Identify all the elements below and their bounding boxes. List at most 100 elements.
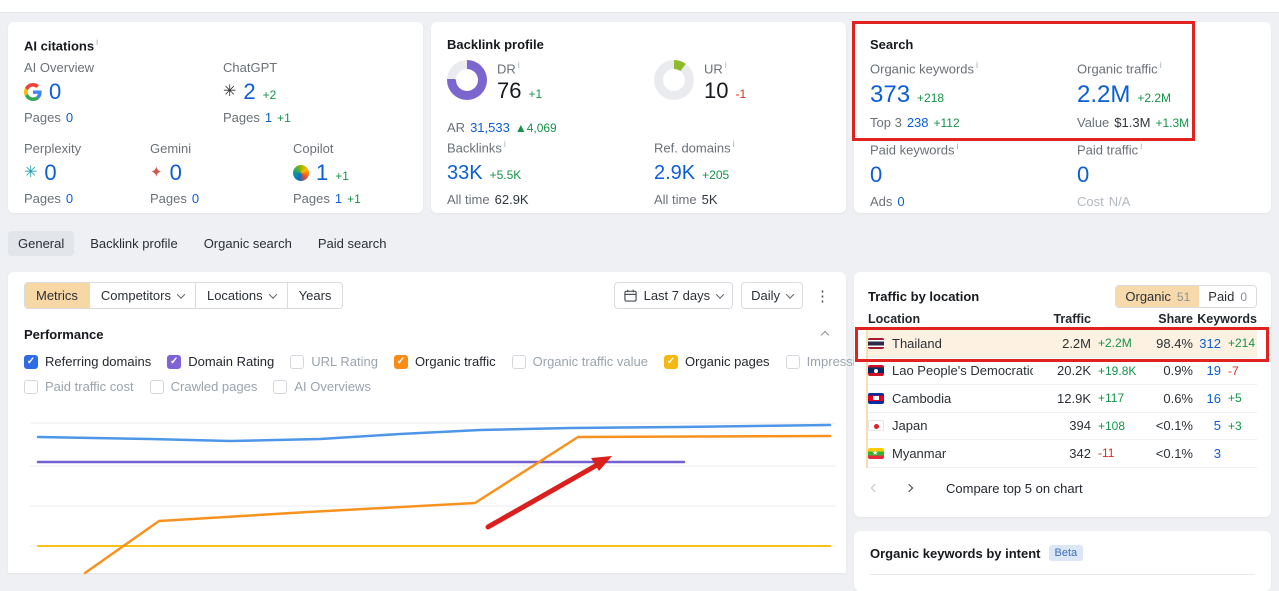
filter-years[interactable]: Years — [286, 283, 343, 308]
share-value: 0.9% — [1163, 363, 1193, 379]
metric-label: URL Rating — [311, 354, 378, 369]
section-tabs: General Backlink profile Organic search … — [8, 231, 397, 256]
page-header-strip — [0, 0, 1279, 13]
paid-keywords-value[interactable]: 0 — [870, 162, 882, 188]
backlinks-label: Backlinks i — [447, 139, 506, 156]
gemini-icon: ✦ — [150, 164, 163, 181]
chatgpt-block: ChatGPT ✳ 2 +2 Pages 1 +1 — [223, 60, 291, 125]
info-icon[interactable]: i — [504, 139, 506, 149]
backlink-profile-title: Backlink profile — [447, 37, 544, 52]
toggle-paid[interactable]: Paid 0 — [1199, 285, 1256, 307]
table-row-japan[interactable]: Japan 394 +108 <0.1% 5 +3 — [868, 413, 1257, 440]
filter-competitors-label: Competitors — [100, 288, 171, 303]
filter-locations[interactable]: Locations — [194, 283, 287, 308]
metric-toggle-ai-overviews[interactable]: AI Overviews — [273, 379, 371, 394]
column-share[interactable]: Share — [1141, 312, 1193, 326]
copilot-label: Copilot — [293, 141, 334, 156]
next-page-icon[interactable] — [902, 481, 916, 495]
ar-label: AR — [447, 120, 466, 135]
metric-label: Crawled pages — [170, 379, 258, 394]
keywords-value[interactable]: 312 — [1193, 336, 1221, 351]
table-row-myanmar[interactable]: Myanmar 342 -11 <0.1%3 — [868, 440, 1257, 468]
filter-competitors[interactable]: Competitors — [88, 283, 195, 308]
collapse-section-icon[interactable] — [820, 330, 830, 340]
granularity-button[interactable]: Daily — [741, 282, 803, 309]
compare-top5-link[interactable]: Compare top 5 on chart — [946, 481, 1083, 496]
organic-keywords-value[interactable]: 373 — [870, 81, 910, 109]
column-traffic[interactable]: Traffic — [1033, 312, 1091, 326]
ref-domains-block: Ref. domains i 2.9K +205 All time 5K — [654, 139, 735, 207]
info-icon[interactable]: i — [96, 37, 98, 47]
traffic-value: 342 — [1069, 445, 1091, 461]
chart-line-referring-domains — [36, 423, 832, 443]
prev-page-icon[interactable] — [868, 481, 882, 495]
traffic-table-footer: Compare top 5 on chart — [868, 481, 1257, 496]
paid-keywords-block: Paid keywords i 0 Ads 0 — [870, 141, 959, 209]
ref-domains-value[interactable]: 2.9K — [654, 160, 695, 186]
info-icon[interactable]: i — [1160, 60, 1162, 70]
backlinks-value[interactable]: 33K — [447, 160, 483, 186]
search-title: Search — [870, 37, 914, 52]
metric-toggle-crawled-pages[interactable]: Crawled pages — [149, 379, 258, 394]
table-row-thailand[interactable]: Thailand 2.2M +2.2M 98.4% 312 +214 — [868, 330, 1257, 358]
keywords-delta: +3 — [1228, 418, 1242, 433]
organic-keywords-label: Organic keywords i — [870, 60, 979, 77]
keywords-value[interactable]: 16 — [1193, 391, 1221, 406]
granularity-value: Daily — [751, 288, 780, 303]
pages-value[interactable]: 0 — [192, 191, 199, 206]
performance-chart[interactable] — [8, 400, 846, 575]
metric-toggle-organic-traffic[interactable]: Organic traffic — [393, 354, 496, 369]
pages-value[interactable]: 1 — [335, 191, 342, 206]
dr-delta: +1 — [528, 87, 543, 102]
alltime-value: 5K — [701, 192, 718, 208]
toggle-organic[interactable]: Organic 51 — [1116, 285, 1200, 307]
info-icon[interactable]: i — [518, 60, 520, 70]
info-icon[interactable]: i — [1140, 141, 1142, 151]
more-options-icon[interactable]: ⋮ — [815, 287, 830, 305]
table-row-laos[interactable]: Lao People's Democratic Reput 20.2K +19.8K… — [868, 358, 1257, 385]
ads-value[interactable]: 0 — [897, 194, 904, 209]
pages-value[interactable]: 1 — [265, 110, 272, 125]
metric-toggle-url-rating[interactable]: URL Rating — [290, 354, 378, 369]
tab-organic-search[interactable]: Organic search — [194, 231, 302, 256]
pages-value[interactable]: 0 — [66, 191, 73, 206]
date-range-button[interactable]: Last 7 days — [613, 282, 734, 309]
metric-toggle-paid-traffic-cost[interactable]: Paid traffic cost — [24, 379, 134, 394]
keywords-value[interactable]: 19 — [1193, 363, 1221, 378]
chevron-down-icon — [268, 289, 277, 299]
filter-metrics[interactable]: Metrics — [25, 283, 89, 308]
metric-row-1: Referring domains Domain Rating URL Rating… — [24, 354, 975, 369]
info-icon[interactable]: i — [976, 60, 978, 70]
pages-value[interactable]: 0 — [66, 110, 73, 125]
info-icon[interactable]: i — [957, 141, 959, 151]
table-row-cambodia[interactable]: Cambodia 12.9K +117 0.6% 16 +5 — [868, 385, 1257, 413]
ai-citations-card: AI citations i AI Overview 0 Pages 0 ChatG… — [8, 22, 423, 213]
tab-backlink-profile[interactable]: Backlink profile — [80, 231, 187, 256]
info-icon[interactable]: i — [725, 60, 727, 70]
alltime-value: 62.9K — [494, 192, 529, 208]
metric-toggle-organic-pages[interactable]: Organic pages — [664, 354, 770, 369]
metric-toggle-referring-domains[interactable]: Referring domains — [24, 354, 151, 369]
tab-paid-search[interactable]: Paid search — [308, 231, 397, 256]
traffic-value: 12.9K — [1057, 390, 1091, 406]
organic-keywords-block: Organic keywords i 373 +218 Top 3 238 +112 — [870, 60, 978, 130]
ur-delta: -1 — [735, 87, 747, 102]
pages-label: Pages — [223, 110, 260, 125]
chevron-down-icon — [715, 289, 725, 299]
paid-traffic-value[interactable]: 0 — [1077, 162, 1089, 188]
info-icon[interactable]: i — [733, 139, 735, 149]
copilot-delta: +1 — [335, 169, 349, 183]
organic-traffic-value[interactable]: 2.2M — [1077, 81, 1130, 109]
column-keywords[interactable]: Keywords — [1193, 312, 1257, 326]
ar-value[interactable]: 31,533 — [470, 120, 510, 135]
metric-toggle-organic-traffic-value[interactable]: Organic traffic value — [511, 354, 648, 369]
keywords-value[interactable]: 3 — [1193, 446, 1221, 461]
keywords-value[interactable]: 5 — [1193, 418, 1221, 433]
top3-delta: +112 — [933, 116, 960, 131]
ur-donut-chart — [654, 60, 694, 100]
metric-toggle-domain-rating[interactable]: Domain Rating — [167, 354, 274, 369]
checkbox-icon — [290, 354, 305, 369]
tab-general[interactable]: General — [8, 231, 75, 256]
top3-value[interactable]: 238 — [907, 115, 929, 130]
column-location[interactable]: Location — [868, 312, 1033, 326]
